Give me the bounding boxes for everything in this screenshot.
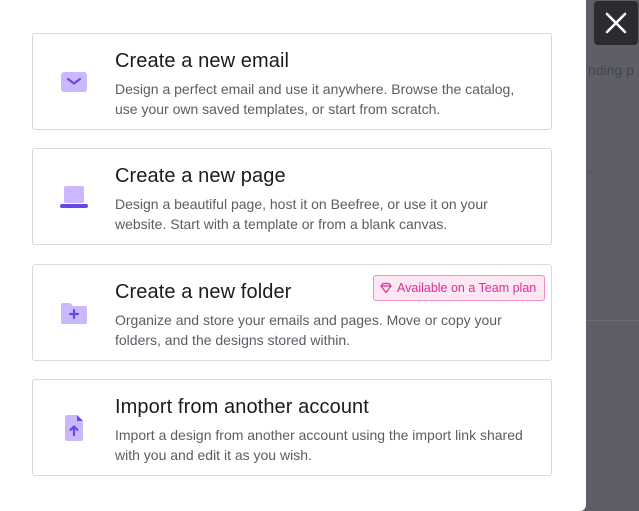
badge-label: Available on a Team plan: [397, 281, 537, 295]
background-divider: [586, 320, 639, 321]
card-title: Create a new folder: [115, 281, 292, 303]
card-title: Create a new email: [115, 50, 290, 72]
create-email-card[interactable]: Create a new email Design a perfect emai…: [32, 33, 552, 130]
card-title: Create a new page: [115, 165, 286, 187]
background-text-fragment: .: [588, 160, 592, 176]
envelope-icon: [61, 72, 87, 92]
card-title: Import from another account: [115, 396, 369, 418]
card-description: Import a design from another account usi…: [115, 427, 523, 463]
file-upload-icon: [65, 415, 83, 441]
card-description: Organize and store your emails and pages…: [115, 312, 502, 348]
create-folder-card[interactable]: Create a new folder Available on a Team …: [32, 264, 552, 361]
card-description: Design a beautiful page, host it on Beef…: [115, 196, 488, 232]
card-description: Design a perfect email and use it anywhe…: [115, 81, 515, 117]
create-modal: Create a new email Design a perfect emai…: [0, 0, 586, 511]
create-page-card[interactable]: Create a new page Design a beautiful pag…: [32, 148, 552, 245]
diamond-icon: [380, 282, 392, 294]
laptop-icon: [60, 186, 88, 208]
team-plan-badge: Available on a Team plan: [373, 275, 546, 301]
close-button[interactable]: [594, 1, 638, 45]
close-icon: [605, 12, 627, 34]
import-account-card[interactable]: Import from another account Import a des…: [32, 379, 552, 476]
background-text-fragment: nding p: [588, 62, 634, 78]
folder-plus-icon: [61, 303, 87, 324]
